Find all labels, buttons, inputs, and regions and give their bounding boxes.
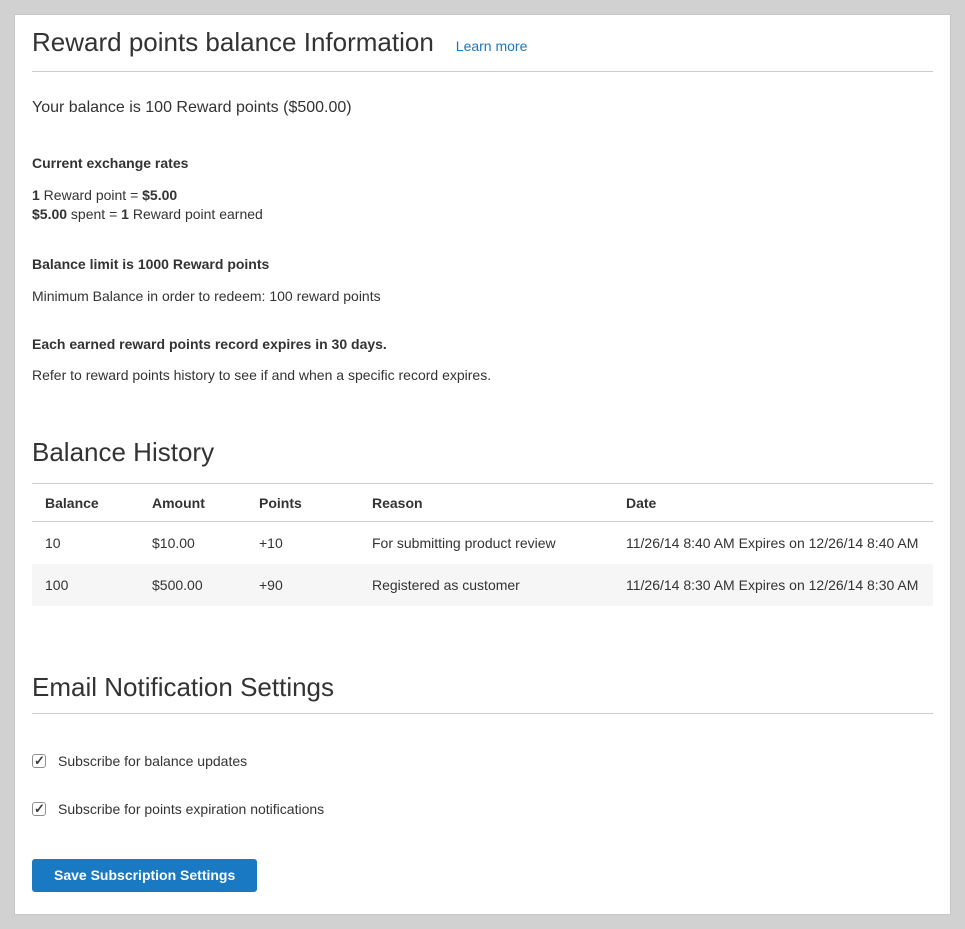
cell-balance: 10: [32, 522, 139, 565]
column-header-date: Date: [613, 484, 933, 522]
email-settings-divider: [32, 713, 933, 714]
expiration-notifications-label[interactable]: Subscribe for points expiration notifica…: [58, 801, 324, 817]
rate1-points: 1: [32, 187, 40, 203]
page-frame: Reward points balance Information Learn …: [0, 0, 965, 929]
expiration-notifications-option: Subscribe for points expiration notifica…: [32, 801, 933, 817]
exchange-rate-line-1: 1 Reward point = $5.00: [32, 186, 933, 205]
expiration-notifications-checkbox[interactable]: [32, 802, 46, 816]
rate1-amount: $5.00: [142, 187, 177, 203]
column-header-amount: Amount: [139, 484, 246, 522]
page-header: Reward points balance Information Learn …: [32, 27, 933, 58]
column-header-reason: Reason: [359, 484, 613, 522]
email-settings-title: Email Notification Settings: [32, 672, 933, 703]
cell-date: 11/26/14 8:30 AM Expires on 12/26/14 8:3…: [613, 564, 933, 606]
cell-amount: $500.00: [139, 564, 246, 606]
balance-summary: Your balance is 100 Reward points ($500.…: [32, 99, 933, 117]
save-subscription-settings-button[interactable]: Save Subscription Settings: [32, 859, 257, 892]
balance-history-title: Balance History: [32, 437, 933, 468]
table-row: 10 $10.00 +10 For submitting product rev…: [32, 522, 933, 565]
expiry-text: Each earned reward points record expires…: [32, 336, 933, 352]
rate2-points: 1: [121, 206, 129, 222]
cell-date: 11/26/14 8:40 AM Expires on 12/26/14 8:4…: [613, 522, 933, 565]
rate2-text: spent =: [67, 206, 121, 222]
column-header-points: Points: [246, 484, 359, 522]
cell-reason: For submitting product review: [359, 522, 613, 565]
balance-updates-option: Subscribe for balance updates: [32, 753, 933, 769]
reward-points-panel: Reward points balance Information Learn …: [14, 14, 951, 915]
cell-balance: 100: [32, 564, 139, 606]
balance-updates-checkbox[interactable]: [32, 754, 46, 768]
exchange-rate-line-2: $5.00 spent = 1 Reward point earned: [32, 205, 933, 224]
cell-reason: Registered as customer: [359, 564, 613, 606]
exchange-rates: 1 Reward point = $5.00 $5.00 spent = 1 R…: [32, 186, 933, 224]
rate2-tail: Reward point earned: [129, 206, 263, 222]
minimum-balance-text: Minimum Balance in order to redeem: 100 …: [32, 288, 933, 304]
balance-history-table: Balance Amount Points Reason Date 10 $10…: [32, 483, 933, 606]
rate2-amount: $5.00: [32, 206, 67, 222]
exchange-rates-heading: Current exchange rates: [32, 155, 933, 171]
table-header-row: Balance Amount Points Reason Date: [32, 484, 933, 522]
rate1-text: Reward point =: [40, 187, 142, 203]
balance-limit-text: Balance limit is 1000 Reward points: [32, 256, 933, 272]
expiry-note-text: Refer to reward points history to see if…: [32, 367, 933, 383]
page-title: Reward points balance Information: [32, 27, 434, 58]
table-row: 100 $500.00 +90 Registered as customer 1…: [32, 564, 933, 606]
cell-amount: $10.00: [139, 522, 246, 565]
balance-updates-label[interactable]: Subscribe for balance updates: [58, 753, 247, 769]
cell-points: +90: [246, 564, 359, 606]
learn-more-link[interactable]: Learn more: [456, 38, 528, 54]
cell-points: +10: [246, 522, 359, 565]
header-divider: [32, 71, 933, 72]
column-header-balance: Balance: [32, 484, 139, 522]
table-header: Balance Amount Points Reason Date: [32, 484, 933, 522]
